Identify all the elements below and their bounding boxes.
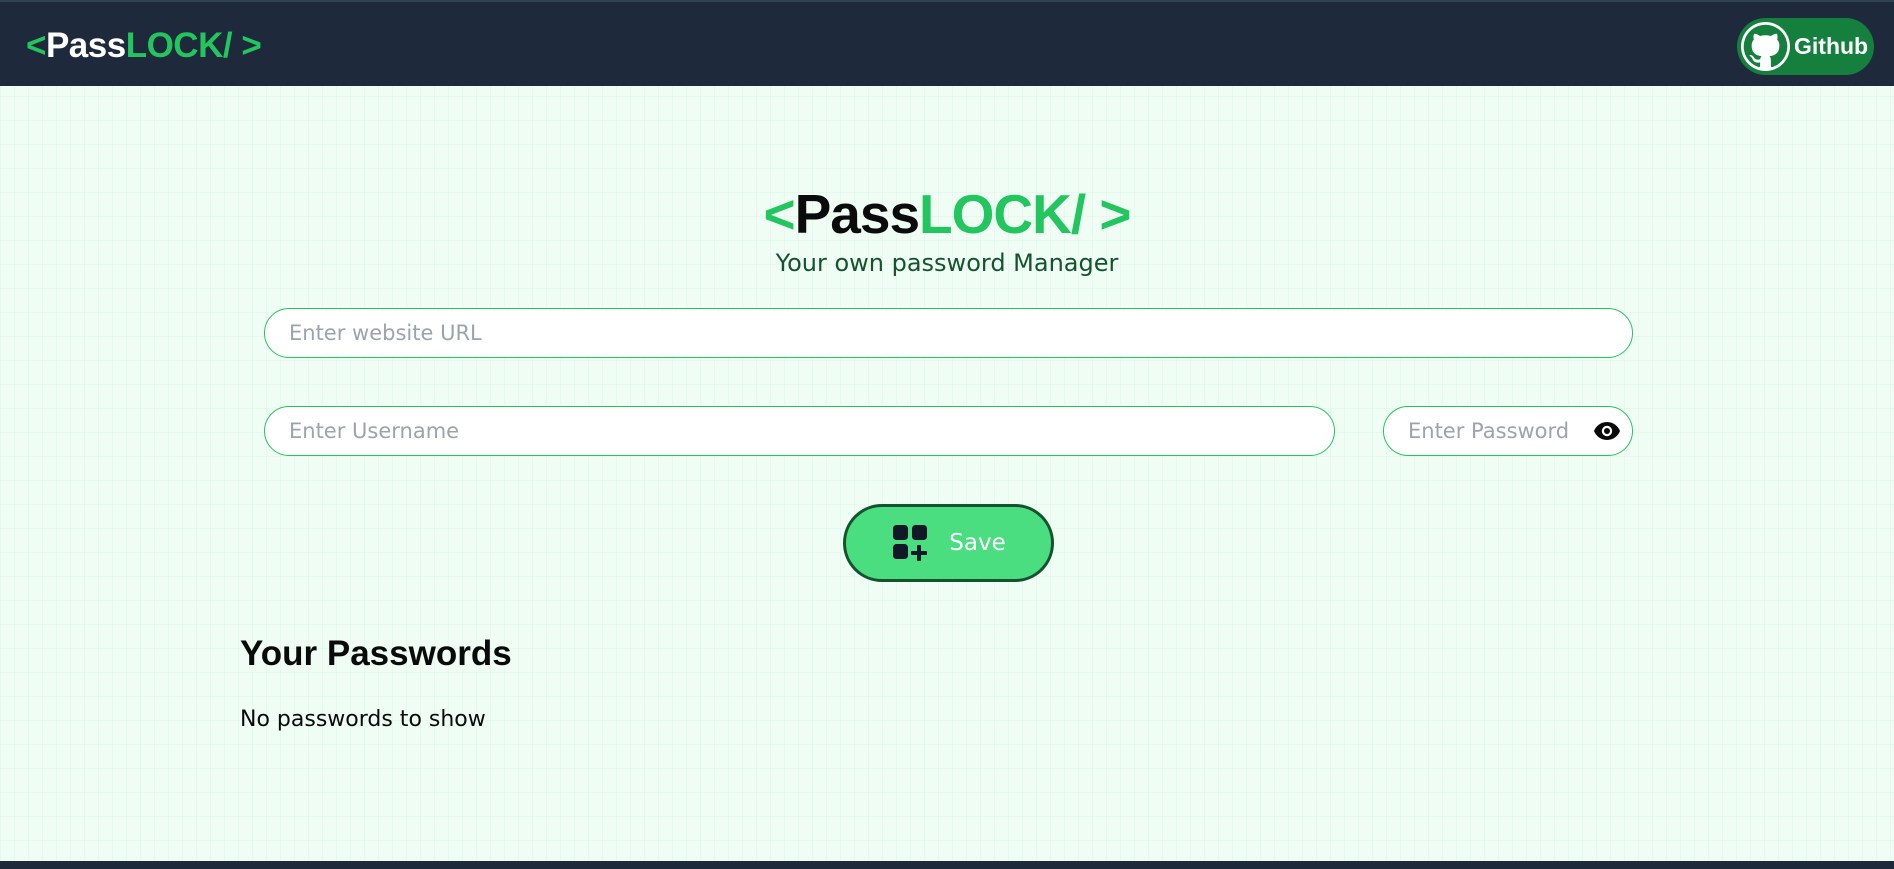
footer xyxy=(0,861,1894,869)
hero-logo-open-bracket: < xyxy=(763,183,795,245)
logo-open-bracket: < xyxy=(26,26,46,65)
add-grid-icon xyxy=(891,523,931,563)
nav-logo[interactable]: <PassLOCK/ > xyxy=(26,26,262,66)
logo-lock: LOCK/ xyxy=(125,26,233,65)
passwords-section-title: Your Passwords xyxy=(240,634,512,673)
eye-icon[interactable] xyxy=(1593,419,1621,443)
github-label: Github xyxy=(1794,33,1869,59)
website-url-input[interactable] xyxy=(264,308,1633,358)
github-button[interactable]: Github xyxy=(1737,18,1874,75)
logo-close-bracket: > xyxy=(232,26,262,65)
logo-pass: Pass xyxy=(45,26,126,65)
navbar: <PassLOCK/ > Github xyxy=(0,0,1894,86)
hero-logo-lock: LOCK/ xyxy=(919,183,1086,245)
tagline: Your own password Manager xyxy=(775,249,1119,277)
username-input[interactable] xyxy=(264,406,1335,456)
hero-logo: <PassLOCK/ > xyxy=(0,184,1894,244)
password-field-wrapper xyxy=(1383,406,1633,456)
github-icon xyxy=(1741,22,1790,71)
hero-logo-close-bracket: > xyxy=(1085,183,1131,245)
save-label: Save xyxy=(949,530,1006,556)
empty-passwords-message: No passwords to show xyxy=(240,707,486,732)
hero-logo-pass: Pass xyxy=(794,183,920,245)
save-button[interactable]: Save xyxy=(843,504,1054,582)
